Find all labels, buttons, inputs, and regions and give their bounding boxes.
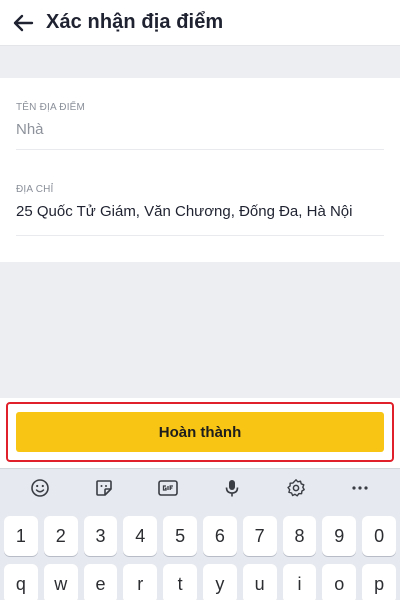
gif-icon [158,480,178,496]
sticker-button[interactable] [86,473,122,503]
number-key-row: 1 2 3 4 5 6 7 8 9 0 [0,516,400,556]
more-icon [352,486,368,490]
place-name-input[interactable]: Nhà [16,121,384,138]
key-7[interactable]: 7 [242,516,277,556]
key-3[interactable]: 3 [83,516,118,556]
key-i[interactable]: i [282,564,317,600]
address-field[interactable]: ĐỊA CHỈ 25 Quốc Tử Giám, Văn Chương, Đốn… [16,150,384,236]
emoji-button[interactable] [22,473,58,503]
key-9[interactable]: 9 [322,516,357,556]
key-w[interactable]: w [43,564,78,600]
key-o[interactable]: o [322,564,357,600]
empty-area [0,262,400,398]
done-button[interactable]: Hoàn thành [16,412,384,452]
location-form: TÊN ĐỊA ĐIỂM Nhà ĐỊA CHỈ 25 Quốc Tử Giám… [0,78,400,262]
letter-key-row: q w e r t y u i o p [0,564,400,600]
back-button[interactable] [0,0,46,46]
keyboard-toolbar [0,469,400,507]
page-title: Xác nhận địa điểm [46,11,224,33]
gif-button[interactable] [150,473,186,503]
soft-keyboard: 1 2 3 4 5 6 7 8 9 0 q w e r t y u i o p [0,468,400,600]
place-name-label: TÊN ĐỊA ĐIỂM [16,102,86,113]
key-2[interactable]: 2 [43,516,78,556]
key-p[interactable]: p [362,564,396,600]
key-y[interactable]: y [202,564,237,600]
emoji-icon [31,479,49,497]
bottom-action-bar: Hoàn thành [0,398,400,468]
app-header: Xác nhận địa điểm [0,0,400,46]
microphone-icon [225,480,239,497]
key-q[interactable]: q [4,564,38,600]
arrow-left-icon [13,14,34,31]
sticker-icon [96,480,112,496]
key-e[interactable]: e [83,564,118,600]
key-8[interactable]: 8 [282,516,317,556]
keyboard-settings-button[interactable] [278,473,314,503]
more-options-button[interactable] [342,473,378,503]
key-1[interactable]: 1 [4,516,38,556]
key-r[interactable]: r [123,564,158,600]
address-input[interactable]: 25 Quốc Tử Giám, Văn Chương, Đống Đa, Hà… [16,203,384,220]
key-0[interactable]: 0 [362,516,396,556]
settings-icon [287,479,305,497]
key-6[interactable]: 6 [202,516,237,556]
place-name-field[interactable]: TÊN ĐỊA ĐIỂM Nhà [16,78,384,150]
address-label: ĐỊA CHỈ [16,184,54,195]
key-u[interactable]: u [242,564,277,600]
key-4[interactable]: 4 [123,516,158,556]
key-5[interactable]: 5 [163,516,197,556]
header-spacer [0,46,400,78]
voice-input-button[interactable] [214,473,250,503]
key-t[interactable]: t [163,564,197,600]
